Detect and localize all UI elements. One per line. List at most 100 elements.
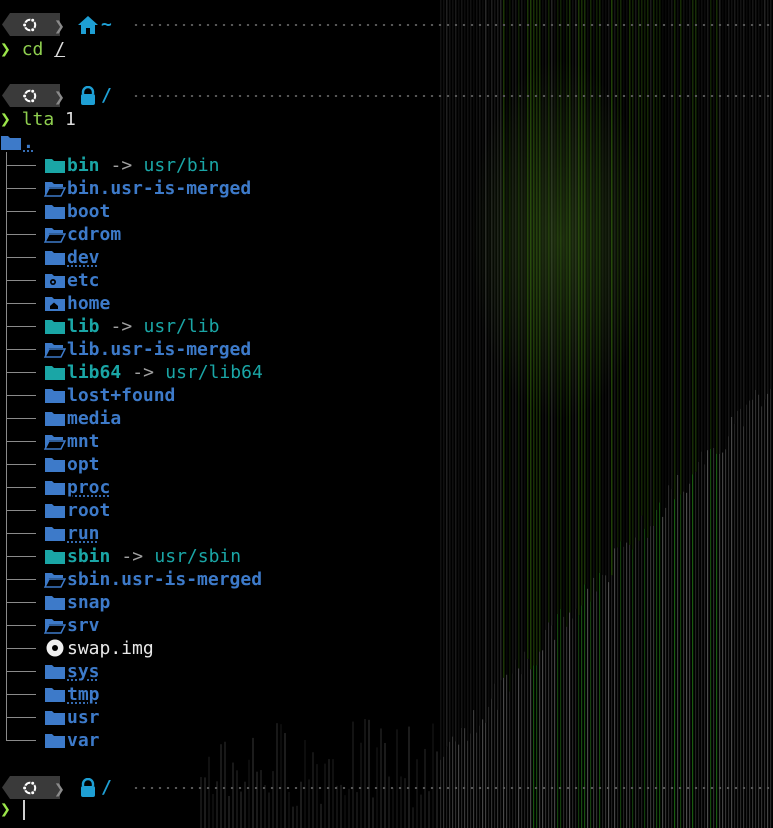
- tree-entry[interactable]: root: [0, 499, 773, 522]
- terminal-content: ❯ ~ ❯ cd / ❯ / ❯ lta 1. bin -> usr/bin bin.usr-is…: [0, 0, 773, 828]
- tree-entry[interactable]: home: [0, 292, 773, 315]
- entry-name: mnt: [67, 431, 100, 452]
- entry-name: var: [67, 730, 100, 751]
- tree-entry[interactable]: sys: [0, 660, 773, 683]
- tree-entry[interactable]: etc: [0, 269, 773, 292]
- entry-name: cdrom: [67, 224, 122, 245]
- folder-icon: [44, 455, 66, 473]
- tree-entry[interactable]: media: [0, 407, 773, 430]
- tree-branch-line: [6, 487, 36, 488]
- prompt-bar: ❯ /: [0, 84, 773, 108]
- tree-branch-line: [6, 671, 36, 672]
- folder-home-icon: [44, 294, 66, 312]
- tree-branch-line: [6, 602, 36, 603]
- symlink-arrow: ->: [132, 362, 154, 383]
- tree-root[interactable]: .: [23, 131, 34, 154]
- command-line[interactable]: ❯ lta 1: [0, 108, 76, 131]
- command-argument: 1: [65, 109, 76, 130]
- command-line[interactable]: ❯ cd /: [0, 38, 65, 61]
- tree-entry[interactable]: snap: [0, 591, 773, 614]
- tree-entry[interactable]: cdrom: [0, 223, 773, 246]
- entry-name: run: [67, 523, 100, 544]
- folder-icon: [44, 386, 66, 404]
- folder-icon: [44, 156, 66, 174]
- symlink-target: usr/lib64: [165, 362, 263, 383]
- tree-entry[interactable]: proc: [0, 476, 773, 499]
- ubuntu-icon: [22, 779, 38, 796]
- tree-entry[interactable]: run: [0, 522, 773, 545]
- tree-branch-line: [6, 418, 36, 419]
- symlink-target: usr/lib: [143, 316, 220, 337]
- folder-icon: [44, 731, 66, 749]
- segment-separator-icon: ❯: [54, 16, 65, 37]
- folder-open-icon: [43, 570, 67, 588]
- folder-open-icon: [43, 616, 67, 634]
- tree-branch-line: [6, 533, 36, 534]
- tree-entry[interactable]: bin.usr-is-merged: [0, 177, 773, 200]
- tree-branch-line: [6, 349, 36, 350]
- folder-open-icon: [43, 432, 67, 450]
- folder-icon: [44, 478, 66, 496]
- prompt-symbol: ❯: [0, 799, 11, 820]
- folder-icon: [44, 685, 66, 703]
- entry-name: dev: [67, 247, 100, 268]
- prompt-bar: ❯ ~: [0, 13, 773, 37]
- current-path: /: [101, 777, 112, 798]
- tree-entry[interactable]: lib -> usr/lib: [0, 315, 773, 338]
- tree-branch-line: [6, 717, 36, 718]
- tree-branch-line: [6, 211, 36, 212]
- entry-name: home: [67, 293, 111, 314]
- tree-entry[interactable]: swap.img: [0, 637, 773, 660]
- entry-name: boot: [67, 201, 111, 222]
- tree-branch-line: [6, 441, 36, 442]
- folder-icon: [44, 248, 66, 266]
- tree-entry[interactable]: bin -> usr/bin: [0, 154, 773, 177]
- entry-name: root: [67, 500, 111, 521]
- tree-branch-line: [6, 257, 36, 258]
- tree-branch-line: [6, 740, 36, 741]
- entry-name: swap.img: [67, 638, 154, 659]
- tree-entry[interactable]: mnt: [0, 430, 773, 453]
- tree-branch-line: [6, 395, 36, 396]
- tree-branch-line: [6, 556, 36, 557]
- tree-branch-line: [6, 188, 36, 189]
- tree-entry[interactable]: boot: [0, 200, 773, 223]
- terminal-window[interactable]: ❯ ~ ❯ cd / ❯ / ❯ lta 1. bin -> usr/bin bin.usr-is…: [0, 0, 773, 828]
- prompt-filler-dots: [132, 24, 773, 26]
- tree-branch-line: [6, 303, 36, 304]
- tree-entry[interactable]: dev: [0, 246, 773, 269]
- disk-icon: [44, 639, 66, 657]
- tree-entry[interactable]: lib64 -> usr/lib64: [0, 361, 773, 384]
- entry-name: opt: [67, 454, 100, 475]
- tree-branch-line: [6, 372, 36, 373]
- tree-entry[interactable]: opt: [0, 453, 773, 476]
- tree-entry[interactable]: srv: [0, 614, 773, 637]
- tree-entry[interactable]: sbin -> usr/sbin: [0, 545, 773, 568]
- entry-name: etc: [67, 270, 100, 291]
- folder-icon: [44, 593, 66, 611]
- prompt-filler-dots: [132, 95, 773, 97]
- folder-icon: [44, 409, 66, 427]
- current-path: /: [101, 85, 112, 106]
- text-cursor[interactable]: [23, 800, 25, 820]
- folder-icon: [44, 547, 66, 565]
- folder-icon: [44, 708, 66, 726]
- tree-branch-line: [6, 510, 36, 511]
- tree-entry[interactable]: lib.usr-is-merged: [0, 338, 773, 361]
- tree-entry[interactable]: usr: [0, 706, 773, 729]
- entry-name: media: [67, 408, 122, 429]
- tree-entry[interactable]: tmp: [0, 683, 773, 706]
- symlink-arrow: ->: [110, 316, 133, 337]
- home-icon: [77, 15, 99, 35]
- entry-name: snap: [67, 592, 111, 613]
- folder-icon: [44, 662, 66, 680]
- command-line[interactable]: ❯: [0, 798, 11, 821]
- tree-entry[interactable]: var: [0, 729, 773, 752]
- entry-name: tmp: [67, 684, 100, 705]
- entry-name: sbin: [67, 546, 111, 567]
- current-path: ~: [101, 14, 112, 35]
- prompt-filler-dots: [132, 787, 773, 789]
- entry-name: proc: [67, 477, 111, 498]
- tree-entry[interactable]: sbin.usr-is-merged: [0, 568, 773, 591]
- tree-entry[interactable]: lost+found: [0, 384, 773, 407]
